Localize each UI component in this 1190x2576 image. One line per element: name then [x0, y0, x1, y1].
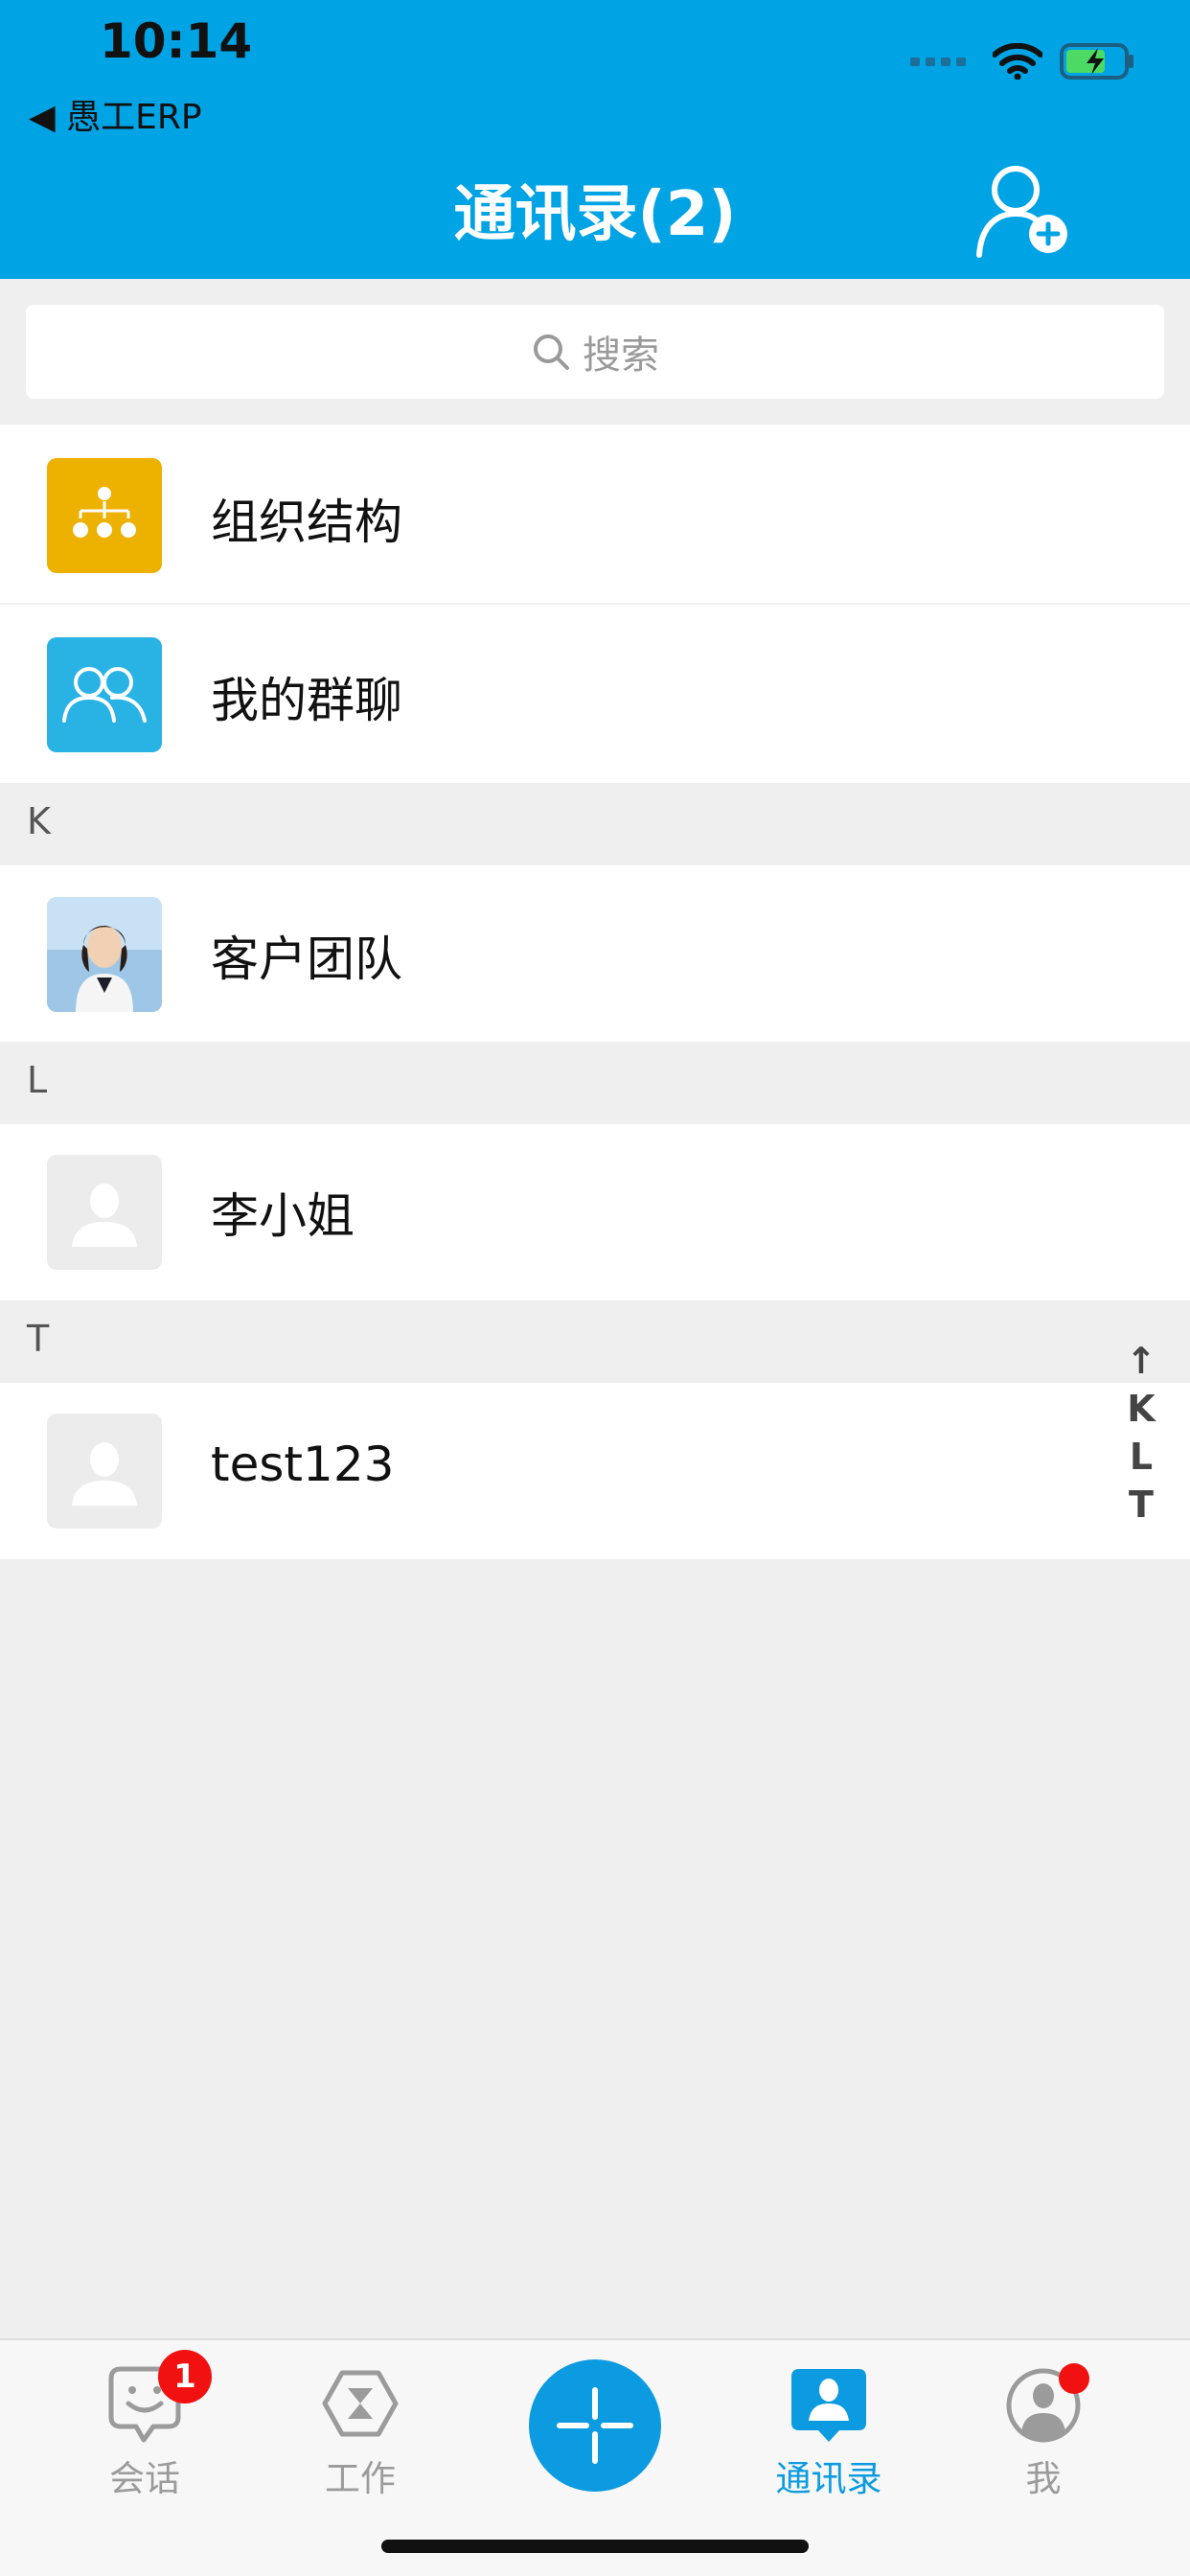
contact-name: test123 [211, 1437, 395, 1492]
section-letter: K [27, 800, 51, 842]
notification-dot [1059, 2363, 1089, 2394]
section-header-l: L [0, 1042, 1190, 1124]
default-avatar-icon [47, 1155, 162, 1270]
back-to-app-link[interactable]: ◀ 愚工ERP [29, 89, 202, 139]
contact-name: 客户团队 [211, 932, 402, 987]
my-group-chats-label: 我的群聊 [211, 673, 402, 728]
section-letter: T [27, 1318, 50, 1360]
section-letter: L [27, 1059, 48, 1101]
hourglass-icon [322, 2370, 399, 2437]
contact-row[interactable]: 客户团队 [0, 865, 1190, 1042]
section-header-k: K [0, 783, 1190, 865]
search-icon [534, 334, 569, 370]
search-placeholder: 搜索 [583, 334, 659, 378]
index-item-l[interactable]: L [1130, 1436, 1153, 1478]
section-header-t: T [0, 1300, 1190, 1383]
home-indicator[interactable] [381, 2540, 809, 2553]
org-structure-label: 组织结构 [211, 494, 402, 550]
cellular-signal-icon [910, 57, 966, 66]
add-action-button[interactable] [529, 2359, 661, 2492]
alphabet-index: ↑ K L T [1119, 1340, 1163, 1526]
tab-label: 工作 [325, 2458, 396, 2499]
search-input[interactable]: 搜索 [26, 305, 1164, 399]
org-structure-icon [47, 458, 162, 573]
org-structure-item[interactable]: 组织结构 [0, 425, 1190, 605]
status-indicators [910, 42, 1136, 80]
tab-chat[interactable]: 会话 1 [58, 2350, 231, 2501]
group-chat-icon [47, 637, 162, 752]
add-contact-icon[interactable] [975, 161, 1073, 259]
contact-row[interactable]: test123 [0, 1383, 1190, 1559]
tab-label: 通讯录 [775, 2458, 882, 2499]
index-item-k[interactable]: K [1127, 1388, 1155, 1430]
contact-row[interactable]: 李小姐 [0, 1124, 1190, 1300]
unread-badge: 1 [158, 2350, 212, 2404]
battery-charging-icon [1060, 43, 1133, 80]
avatar [47, 897, 162, 1012]
contact-name: 李小姐 [211, 1188, 355, 1244]
wifi-icon [993, 43, 1042, 80]
tab-work[interactable]: 工作 [274, 2365, 446, 2501]
index-item-t[interactable]: T [1129, 1484, 1154, 1526]
default-avatar-icon [47, 1414, 162, 1529]
index-item-top[interactable]: ↑ [1126, 1340, 1156, 1382]
tab-label: 会话 [109, 2458, 180, 2499]
tab-contacts[interactable]: 通讯录 [743, 2365, 915, 2501]
tab-label: 我 [1025, 2458, 1062, 2499]
plus-icon [557, 2387, 633, 2464]
my-group-chats-item[interactable]: 我的群聊 [0, 605, 1190, 783]
contacts-icon [791, 2369, 866, 2442]
tab-me[interactable]: 我 [957, 2363, 1130, 2501]
header: 10:14 ◀ 愚工ERP 通讯录(2) [0, 0, 1190, 279]
search-area: 搜索 [0, 279, 1190, 425]
status-time: 10:14 [100, 13, 253, 69]
tab-bar: 会话 1 工作 通讯录 我 [0, 2338, 1190, 2517]
